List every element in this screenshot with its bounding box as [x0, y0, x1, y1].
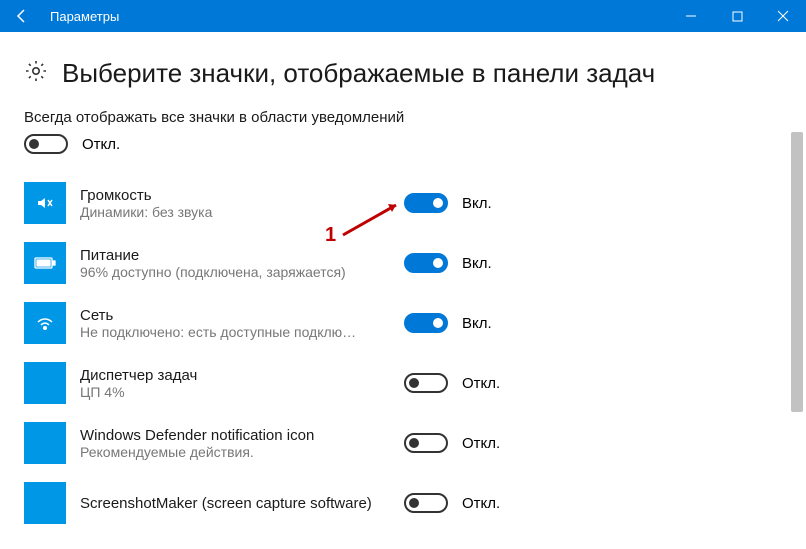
item-text: СетьНе подключено: есть доступные подклю… [80, 307, 390, 340]
item-toggle[interactable] [404, 193, 448, 213]
item-title: ScreenshotMaker (screen capture software… [80, 495, 390, 512]
always-show-label: Всегда отображать все значки в области у… [24, 109, 806, 134]
item-toggle[interactable] [404, 313, 448, 333]
item-desc: Рекомендуемые действия. [80, 444, 390, 460]
window-title: Параметры [44, 9, 119, 24]
item-title: Питание [80, 247, 390, 264]
icon-list: ГромкостьДинамики: без звука Вкл. Питание9… [24, 174, 806, 534]
close-button[interactable] [760, 0, 806, 32]
item-desc: ЦП 4% [80, 384, 390, 400]
item-desc: Не подключено: есть доступные подклю… [80, 324, 390, 340]
item-text: ГромкостьДинамики: без звука [80, 187, 390, 220]
item-toggle-label: Вкл. [462, 315, 492, 332]
minimize-button[interactable] [668, 0, 714, 32]
list-item: Windows Defender notification iconРекоме… [24, 414, 806, 474]
wifi-icon [24, 302, 66, 344]
item-title: Диспетчер задач [80, 367, 390, 384]
list-item: ГромкостьДинамики: без звука Вкл. [24, 174, 806, 234]
item-text: Питание96% доступно (подключена, заряжае… [80, 247, 390, 280]
item-title: Громкость [80, 187, 390, 204]
item-desc: 96% доступно (подключена, заряжается) [80, 264, 390, 280]
titlebar: Параметры [0, 0, 806, 32]
item-toggle[interactable] [404, 433, 448, 453]
item-toggle[interactable] [404, 493, 448, 513]
list-item: Диспетчер задачЦП 4% Откл. [24, 354, 806, 414]
item-toggle-label: Вкл. [462, 255, 492, 272]
item-text: ScreenshotMaker (screen capture software… [80, 495, 390, 512]
item-toggle[interactable] [404, 373, 448, 393]
volume-icon [24, 182, 66, 224]
item-toggle-label: Откл. [462, 435, 500, 452]
scrollbar[interactable] [790, 92, 804, 522]
blank-icon [24, 482, 66, 524]
list-item: СетьНе подключено: есть доступные подклю… [24, 294, 806, 354]
content: Выберите значки, отображаемые в панели з… [0, 32, 806, 549]
blank-icon [24, 422, 66, 464]
master-toggle-label: Откл. [82, 136, 120, 153]
item-text: Windows Defender notification iconРекоме… [80, 427, 390, 460]
item-toggle-label: Откл. [462, 375, 500, 392]
scrollbar-thumb[interactable] [791, 132, 803, 412]
item-title: Windows Defender notification icon [80, 427, 390, 444]
back-button[interactable] [0, 0, 44, 32]
item-title: Сеть [80, 307, 390, 324]
list-item: Питание96% доступно (подключена, заряжае… [24, 234, 806, 294]
item-toggle-label: Вкл. [462, 195, 492, 212]
item-desc: Динамики: без звука [80, 204, 390, 220]
gear-icon [24, 59, 48, 88]
page-heading: Выберите значки, отображаемые в панели з… [62, 58, 655, 89]
item-toggle[interactable] [404, 253, 448, 273]
master-toggle[interactable] [24, 134, 68, 154]
blank-icon [24, 362, 66, 404]
maximize-button[interactable] [714, 0, 760, 32]
list-item: ScreenshotMaker (screen capture software… [24, 474, 806, 534]
item-text: Диспетчер задачЦП 4% [80, 367, 390, 400]
item-toggle-label: Откл. [462, 495, 500, 512]
battery-icon [24, 242, 66, 284]
